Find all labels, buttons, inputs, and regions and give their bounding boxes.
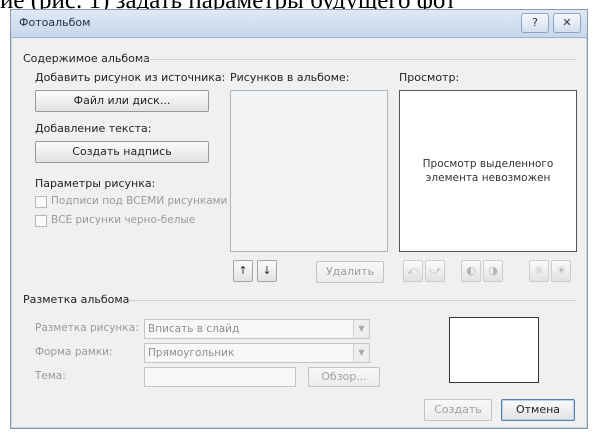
dialog-titlebar: Фотоальбом ? ✕ bbox=[11, 10, 587, 38]
contrast-down-icon: ◑ bbox=[488, 264, 498, 277]
arrow-down-icon: ↓ bbox=[262, 264, 272, 277]
chevron-down-icon: ▼ bbox=[353, 320, 369, 338]
pictures-in-album-label: Рисунков в альбоме: bbox=[230, 71, 350, 84]
album-layout-divider bbox=[129, 300, 577, 301]
create-caption-button[interactable]: Создать надпись bbox=[35, 141, 209, 163]
frame-shape-select[interactable]: Прямоугольник ▼ bbox=[144, 343, 370, 363]
preview-pane: Просмотр выделенного элемента невозможен bbox=[399, 90, 577, 252]
add-picture-from-label: Добавить рисунок из источника: bbox=[35, 71, 226, 84]
album-layout-section-title: Разметка альбома bbox=[23, 293, 130, 306]
picture-options-label: Параметры рисунка: bbox=[35, 177, 156, 190]
contrast-down-button[interactable]: ◑ bbox=[483, 260, 503, 282]
photo-album-dialog: Фотоальбом ? ✕ Содержимое альбома Добави… bbox=[10, 9, 588, 429]
album-content-divider bbox=[141, 59, 577, 60]
theme-label: Тема: bbox=[35, 370, 66, 382]
move-down-button[interactable]: ↓ bbox=[257, 260, 277, 282]
all-black-white-label: ВСЕ рисунки черно-белые bbox=[51, 214, 196, 226]
browse-button[interactable]: Обзор... bbox=[308, 367, 380, 387]
create-button[interactable]: Создать bbox=[424, 399, 492, 421]
picture-layout-select[interactable]: Вписать в слайд ▼ bbox=[144, 319, 370, 339]
frame-shape-value: Прямоугольник bbox=[148, 347, 235, 359]
pictures-in-album-list[interactable] bbox=[230, 90, 388, 252]
chevron-down-icon: ▼ bbox=[353, 344, 369, 362]
contrast-up-icon: ◐ bbox=[466, 264, 476, 277]
all-black-white-checkbox[interactable] bbox=[35, 215, 47, 227]
picture-layout-label: Разметка рисунка: bbox=[35, 322, 139, 334]
picture-layout-value: Вписать в слайд bbox=[148, 323, 240, 335]
close-button[interactable]: ✕ bbox=[553, 13, 581, 33]
move-up-button[interactable]: ↑ bbox=[233, 260, 253, 282]
remove-button[interactable]: Удалить bbox=[316, 261, 384, 283]
add-text-label: Добавление текста: bbox=[35, 122, 152, 135]
layout-preview-pane bbox=[449, 317, 539, 383]
help-icon: ? bbox=[532, 16, 538, 29]
album-content-section-title: Содержимое альбома bbox=[23, 52, 150, 65]
dialog-title: Фотоальбом bbox=[19, 16, 91, 29]
captions-below-all-label: Подписи под ВСЕМИ рисунками bbox=[51, 195, 228, 207]
brightness-down-icon: ☀ bbox=[556, 264, 566, 277]
close-icon: ✕ bbox=[562, 16, 572, 29]
frame-shape-label: Форма рамки: bbox=[35, 346, 113, 358]
rotate-right-icon: ⤻ bbox=[429, 264, 441, 277]
cancel-button[interactable]: Отмена bbox=[501, 399, 575, 421]
preview-message-line2: элемента невозможен bbox=[425, 172, 551, 184]
help-button[interactable]: ? bbox=[521, 13, 549, 33]
brightness-down-button[interactable]: ☀ bbox=[551, 260, 571, 282]
brightness-up-icon: ☼ bbox=[534, 264, 544, 277]
rotate-left-icon: ⤺ bbox=[407, 264, 419, 277]
contrast-up-button[interactable]: ◐ bbox=[461, 260, 481, 282]
theme-input[interactable] bbox=[144, 367, 296, 387]
arrow-up-icon: ↑ bbox=[238, 264, 248, 277]
preview-label: Просмотр: bbox=[399, 71, 460, 84]
brightness-up-button[interactable]: ☼ bbox=[529, 260, 549, 282]
preview-message-line1: Просмотр выделенного bbox=[422, 158, 554, 170]
captions-below-all-checkbox[interactable] bbox=[35, 196, 47, 208]
file-or-disk-button[interactable]: Файл или диск... bbox=[35, 90, 209, 112]
rotate-right-button[interactable]: ⤻ bbox=[425, 260, 445, 282]
rotate-left-button[interactable]: ⤺ bbox=[403, 260, 423, 282]
